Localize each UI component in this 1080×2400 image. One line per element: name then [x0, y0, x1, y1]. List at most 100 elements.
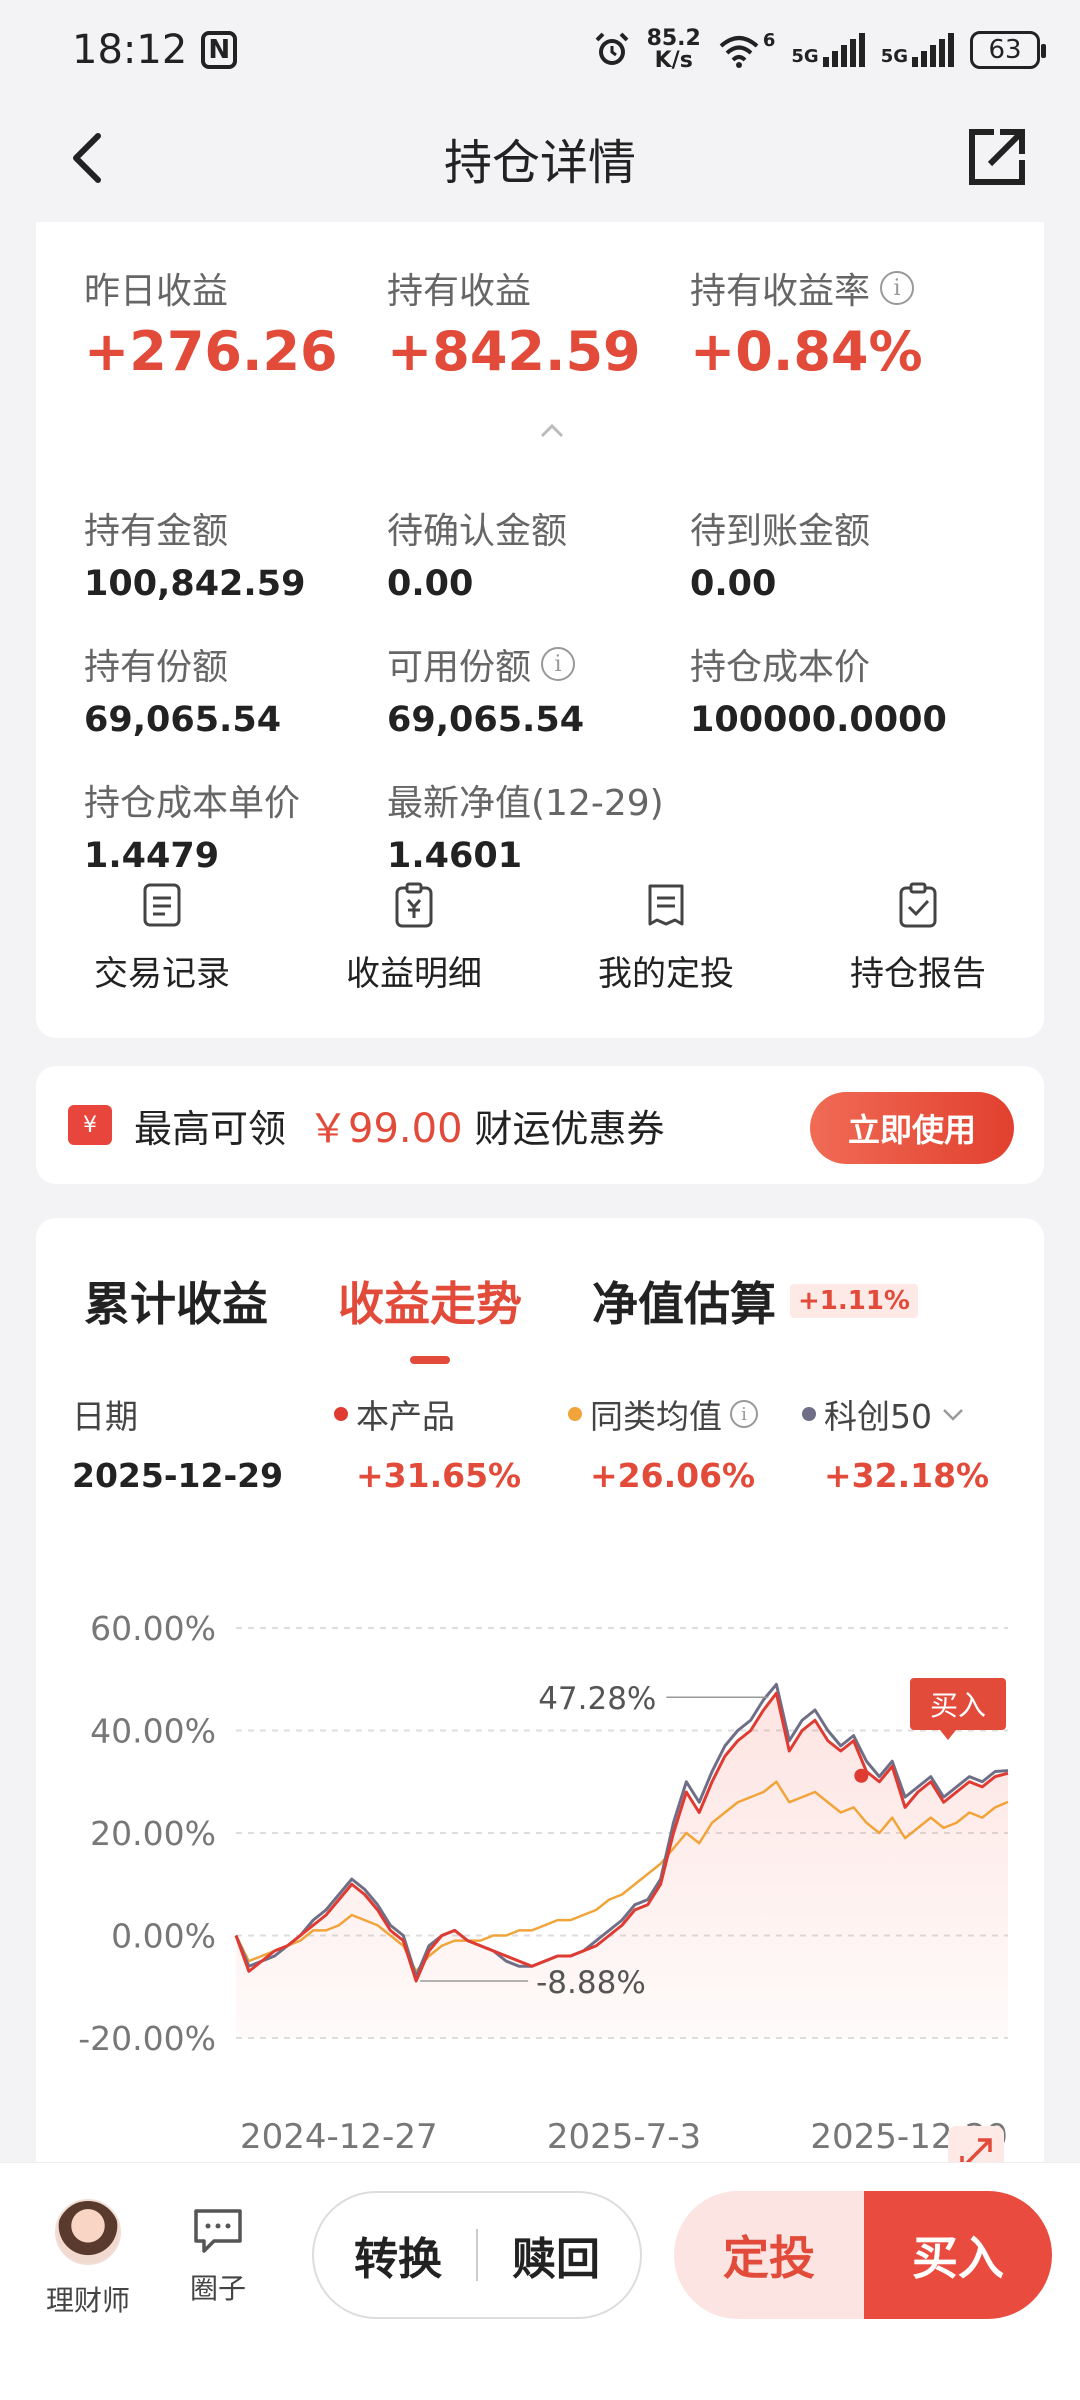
convert-redeem-group: 转换 赎回 — [312, 2191, 642, 2319]
stat-holding: 持有收益 +842.59 — [387, 262, 690, 383]
status-left: 18:12 N — [72, 27, 238, 73]
trend-chart[interactable]: 60.00% 40.00% 20.00% 0.00% -20.00% 47.28% -8.… — [36, 1548, 1044, 2178]
stat-yesterday: 昨日收益 +276.26 — [84, 262, 387, 383]
stat-label: 持有收益 — [387, 271, 532, 312]
status-right: 85.2 K/s 6 5G 5G 63 — [593, 26, 1046, 73]
min-annotation: -8.88% — [536, 1965, 646, 2001]
circle-button[interactable]: 圈子 — [190, 2207, 246, 2307]
advisor-button[interactable]: 理财师 — [46, 2199, 130, 2319]
detail-label: 持有金额 — [84, 511, 229, 552]
series-dot — [568, 1407, 582, 1421]
legend-series-peer: 同类均值 i +26.06% — [568, 1390, 802, 1495]
stat-rate: 持有收益率 i +0.84% — [690, 262, 993, 383]
nav-bar: 持仓详情 — [0, 100, 1080, 215]
detail-value: 100,842.59 — [84, 564, 306, 604]
y-tick-label: 60.00% — [90, 1609, 216, 1648]
share-icon[interactable] — [966, 126, 1028, 188]
detail-cell: 持有金额 100,842.59 — [84, 502, 387, 604]
page-title: 持仓详情 — [443, 134, 636, 191]
battery-indicator: 63 — [970, 31, 1046, 69]
detail-label: 待确认金额 — [387, 511, 568, 552]
coupon-banner[interactable]: ¥ 最高可领 ￥99.00 财运优惠券 立即使用 — [36, 1066, 1044, 1184]
action-row: 交易记录 收益明细 我的定投 持仓报告 — [36, 882, 1044, 995]
bottom-action-bar: 理财师 圈子 转换 赎回 定投 买入 — [0, 2162, 1080, 2400]
x-tick-label: 2024-12-27 — [240, 2117, 438, 2157]
detail-row: 持有份额 69,065.54 可用份额 i 69,065.54 持仓成本价 10… — [84, 638, 1004, 740]
detail-row: 持有金额 100,842.59 待确认金额 0.00 待到账金额 0.00 — [84, 502, 1004, 604]
signal-2-label: 5G — [880, 46, 908, 67]
legend-series-value: +31.65% — [356, 1456, 522, 1495]
back-icon[interactable] — [58, 128, 118, 188]
chevron-up-icon[interactable] — [532, 416, 572, 446]
stat-value: +276.26 — [84, 320, 338, 383]
info-icon[interactable]: i — [541, 647, 576, 681]
action-holding-report[interactable]: 持仓报告 — [792, 882, 1044, 995]
detail-value: 0.00 — [387, 564, 474, 604]
tab-nav-estimate[interactable]: 净值估算 — [592, 1268, 776, 1334]
detail-label: 持仓成本价 — [690, 647, 871, 688]
detail-cell: 待确认金额 0.00 — [387, 502, 690, 604]
divider — [476, 2229, 478, 2281]
action-profit-details[interactable]: 收益明细 — [288, 882, 540, 995]
max-annotation: 47.28% — [538, 1681, 656, 1717]
buy-marker-label: 买入 — [930, 1689, 986, 1722]
action-trade-records[interactable]: 交易记录 — [36, 882, 288, 995]
legend-series-product: 本产品 +31.65% — [334, 1390, 568, 1495]
legend-series-index[interactable]: 科创50 +32.18% — [802, 1390, 989, 1495]
detail-cell: 持仓成本单价 1.4479 — [84, 774, 387, 876]
net-speed-value: 85.2 — [646, 26, 701, 51]
coupon-suffix: 财运优惠券 — [474, 1106, 665, 1151]
signal-2: 5G — [881, 33, 954, 67]
legend-label-row: 本产品 — [334, 1390, 568, 1438]
detail-grid: 持有金额 100,842.59 待确认金额 0.00 待到账金额 0.00 持有… — [84, 502, 1004, 910]
detail-row: 持仓成本单价 1.4479 最新净值(12-29) 1.4601 — [84, 774, 1004, 876]
list-icon — [143, 883, 181, 927]
chart-legend: 日期 2025-12-29 本产品 +31.65% 同类均值 i +26.06% … — [72, 1390, 1014, 1495]
detail-label-row: 可用份额 i — [387, 638, 690, 690]
detail-cell: 待到账金额 0.00 — [690, 502, 993, 604]
legend-series-value: +26.06% — [590, 1456, 756, 1495]
tab-trend[interactable]: 收益走势 — [338, 1268, 522, 1364]
chevron-down-icon[interactable] — [940, 1405, 966, 1423]
redeem-button[interactable]: 赎回 — [512, 2223, 600, 2287]
detail-value: 1.4601 — [387, 836, 523, 876]
chat-icon — [194, 2209, 242, 2253]
legend-series-label: 本产品 — [356, 1397, 455, 1436]
chart-tabs: 累计收益 收益走势 净值估算 +1.11% — [84, 1268, 918, 1364]
coupon-amount: ￥99.00 — [308, 1106, 463, 1152]
signal-1-label: 5G — [791, 46, 819, 67]
detail-cell: 最新净值(12-29) 1.4601 — [387, 774, 690, 876]
action-label: 交易记录 — [94, 954, 230, 994]
circle-label: 圈子 — [190, 2272, 247, 2305]
legend-date-value: 2025-12-29 — [72, 1456, 284, 1495]
y-tick-label: 0.00% — [111, 1917, 216, 1956]
buy-button[interactable]: 买入 — [864, 2191, 1052, 2319]
advisor-label: 理财师 — [46, 2284, 131, 2317]
status-time: 18:12 — [72, 27, 188, 73]
stat-value: +842.59 — [387, 320, 641, 383]
convert-button[interactable]: 转换 — [354, 2223, 442, 2287]
signal-1: 5G — [791, 33, 865, 67]
tab-cumulative[interactable]: 累计收益 — [84, 1268, 268, 1334]
detail-value: 69,065.54 — [387, 700, 585, 740]
wifi-icon — [719, 36, 759, 68]
detail-label: 可用份额 — [387, 647, 532, 688]
detail-label: 最新净值(12-29) — [387, 783, 664, 824]
info-icon[interactable]: i — [730, 1400, 758, 1428]
y-tick-label: 20.00% — [90, 1814, 216, 1853]
check-clipboard-icon — [899, 882, 937, 928]
y-tick-label: 40.00% — [90, 1712, 216, 1751]
use-coupon-button[interactable]: 立即使用 — [810, 1092, 1014, 1164]
legend-label-row: 科创50 — [802, 1390, 989, 1438]
legend-label-row: 同类均值 i — [568, 1390, 802, 1438]
yuan-clipboard-icon — [395, 882, 433, 928]
plan-invest-button[interactable]: 定投 — [674, 2191, 864, 2319]
legend-series-label: 科创50 — [824, 1397, 932, 1436]
x-tick-label: 2025-7-3 — [547, 2117, 701, 2157]
info-icon[interactable]: i — [880, 271, 915, 305]
net-speed-unit: K/s — [654, 48, 693, 73]
action-my-plan[interactable]: 我的定投 — [540, 882, 792, 995]
detail-value: 100000.0000 — [690, 700, 947, 740]
holding-card: 昨日收益 +276.26 持有收益 +842.59 持有收益率 i +0.84%… — [36, 222, 1044, 1038]
chart-card: 累计收益 收益走势 净值估算 +1.11% 日期 2025-12-29 本产品 … — [36, 1218, 1044, 2178]
